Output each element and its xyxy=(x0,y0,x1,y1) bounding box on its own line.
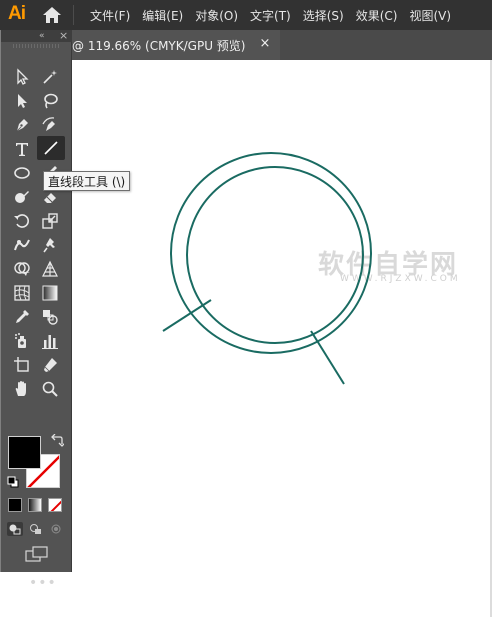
eyedropper-tool-icon[interactable] xyxy=(9,306,35,328)
pen-tool-icon[interactable] xyxy=(9,114,35,136)
menu-items: 文件(F) 编辑(E) 对象(O) 文字(T) 选择(S) 效果(C) 视图(V… xyxy=(90,0,463,30)
menu-file[interactable]: 文件(F) xyxy=(90,7,130,24)
tool-tooltip: 直线段工具 (\) xyxy=(43,171,131,191)
collapse-icon[interactable]: « xyxy=(39,31,45,41)
menu-effect[interactable]: 效果(C) xyxy=(356,7,398,24)
toolbar-header: « × xyxy=(1,30,72,42)
more-tools-icon[interactable]: ••• xyxy=(29,576,57,590)
app-logo: Ai xyxy=(8,3,26,24)
gradient-mode-icon[interactable] xyxy=(28,498,42,512)
menu-view[interactable]: 视图(V) xyxy=(409,7,451,24)
menu-bar: Ai 文件(F) 编辑(E) 对象(O) 文字(T) 选择(S) 效果(C) 视… xyxy=(0,0,492,30)
close-icon[interactable]: × xyxy=(59,30,68,41)
selection-tool-icon[interactable] xyxy=(9,66,35,88)
document-tab[interactable]: @ 119.66% (CMYK/GPU 预览) × xyxy=(72,30,280,60)
menu-select[interactable]: 选择(S) xyxy=(303,7,344,24)
ellipse-tool-icon[interactable] xyxy=(9,162,35,184)
column-graph-icon[interactable] xyxy=(37,330,63,352)
line-segment-tool-icon[interactable] xyxy=(37,136,65,160)
blend-tool-icon[interactable] xyxy=(37,306,63,328)
lasso-icon[interactable] xyxy=(37,90,63,112)
close-tab-icon[interactable]: × xyxy=(258,37,272,51)
direct-selection-icon[interactable] xyxy=(9,90,35,112)
menu-type[interactable]: 文字(T) xyxy=(250,7,291,24)
menu-edit[interactable]: 编辑(E) xyxy=(142,7,183,24)
draw-behind-icon[interactable] xyxy=(28,522,44,536)
mesh-tool-icon[interactable] xyxy=(9,282,35,304)
perspective-grid-icon[interactable] xyxy=(37,258,63,280)
fill-swatch[interactable] xyxy=(8,436,41,469)
artboard-tool-icon[interactable] xyxy=(9,354,35,376)
artboard-canvas[interactable]: 软件自学网 WWW.RJZXW.COM xyxy=(72,60,492,617)
none-mode-icon[interactable] xyxy=(48,498,62,512)
line-segment-right[interactable] xyxy=(310,330,345,385)
gradient-tool-icon[interactable] xyxy=(37,282,63,304)
symbol-sprayer-icon[interactable] xyxy=(9,330,35,352)
shape-builder-icon[interactable] xyxy=(9,258,35,280)
rotate-tool-icon[interactable] xyxy=(9,210,35,232)
slice-tool-icon[interactable] xyxy=(37,354,63,376)
scale-tool-icon[interactable] xyxy=(37,210,63,232)
tools-panel: « × ••• xyxy=(1,30,72,590)
default-fill-stroke-icon[interactable] xyxy=(7,476,19,488)
inner-circle[interactable] xyxy=(186,166,364,344)
screen-mode-icon[interactable] xyxy=(25,546,49,562)
outer-circle[interactable] xyxy=(170,152,372,354)
type-tool-icon[interactable] xyxy=(9,138,35,160)
color-mode-icon[interactable] xyxy=(8,498,22,512)
toolbar-grip[interactable] xyxy=(13,44,61,48)
hand-tool-icon[interactable] xyxy=(9,378,35,400)
magic-wand-icon[interactable] xyxy=(37,66,63,88)
draw-normal-icon[interactable] xyxy=(7,522,23,536)
swap-fill-stroke-icon[interactable] xyxy=(50,434,64,448)
draw-inside-icon[interactable] xyxy=(48,522,64,536)
zoom-tool-icon[interactable] xyxy=(37,378,63,400)
menu-object[interactable]: 对象(O) xyxy=(195,7,238,24)
curvature-tool-icon[interactable] xyxy=(37,114,63,136)
menu-separator xyxy=(73,5,74,25)
warp-tool-icon[interactable] xyxy=(9,234,35,256)
artwork xyxy=(162,152,372,385)
document-tab-label: @ 119.66% (CMYK/GPU 预览) xyxy=(72,38,246,53)
home-icon[interactable] xyxy=(42,6,62,24)
shaper-tool-icon[interactable] xyxy=(9,186,35,208)
document-tab-bar: @ 119.66% (CMYK/GPU 预览) × xyxy=(72,30,492,60)
puppet-warp-icon[interactable] xyxy=(37,234,63,256)
